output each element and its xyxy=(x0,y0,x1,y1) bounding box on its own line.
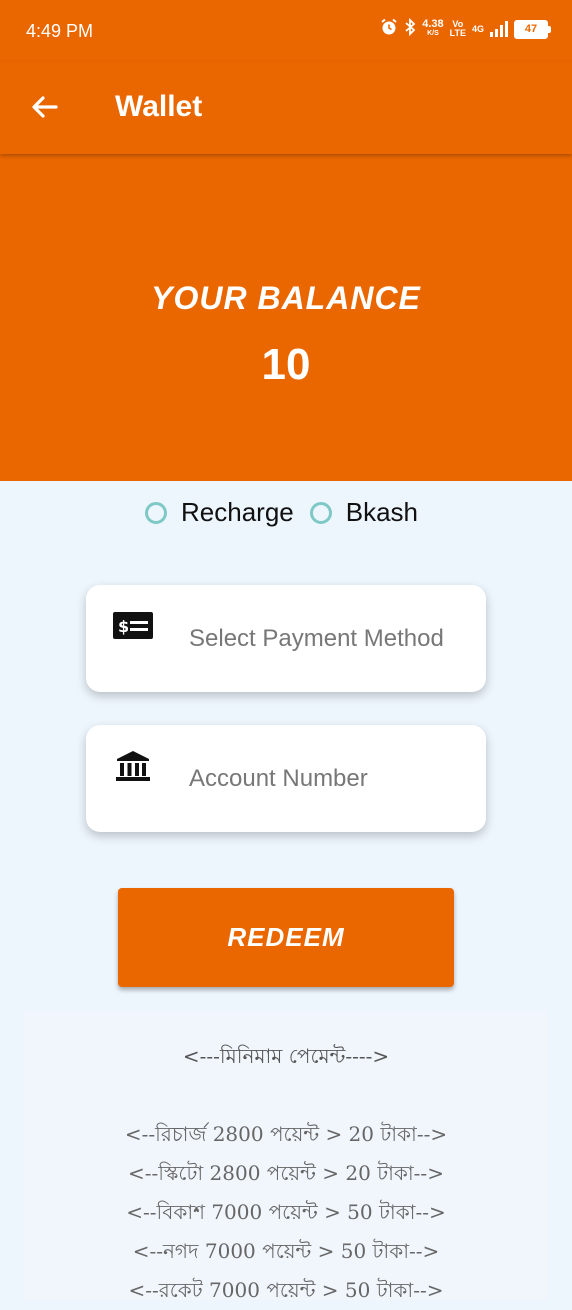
radio-button-bkash[interactable] xyxy=(309,501,332,524)
info-line: <--বিকাশ 7000 পয়েন্ট > 50 টাকা--> xyxy=(126,1200,446,1224)
redeem-button[interactable]: REDEEM xyxy=(118,888,454,987)
radio-button-recharge[interactable] xyxy=(145,501,167,524)
minimum-payment-info: <---মিনিমাম পেমেন্ট----> <--রিচার্জ 2800… xyxy=(24,1010,548,1302)
alarm-icon xyxy=(380,18,398,40)
bluetooth-icon xyxy=(404,17,416,40)
info-heading: <---মিনিমাম পেমেন্ট----> xyxy=(182,1044,390,1068)
payment-type-radio-group: Recharge Bkash xyxy=(145,497,418,528)
radio-option-bkash[interactable]: Bkash xyxy=(309,497,418,528)
info-line: <--রকেট 7000 পয়েন্ট > 50 টাকা--> xyxy=(128,1278,444,1302)
status-bar: 4:49 PM 4.38 K/S Vo LTE 4G 47 xyxy=(0,0,572,62)
app-bar: Wallet xyxy=(0,62,572,154)
back-arrow-icon[interactable] xyxy=(28,90,62,124)
account-number-field[interactable]: Account Number xyxy=(86,725,486,832)
payment-method-placeholder: Select Payment Method xyxy=(189,625,444,652)
radio-label-recharge: Recharge xyxy=(181,497,294,527)
radio-option-recharge[interactable]: Recharge xyxy=(145,497,294,528)
net-speed-unit: K/S xyxy=(427,30,439,37)
net-speed: 4.38 K/S xyxy=(422,18,444,38)
info-line: <--রিচার্জ 2800 পয়েন্ট > 20 টাকা--> xyxy=(124,1122,448,1146)
radio-label-bkash: Bkash xyxy=(345,497,418,527)
signal-icon xyxy=(490,21,508,37)
status-time: 4:49 PM xyxy=(26,21,94,41)
svg-text:$: $ xyxy=(118,617,129,636)
balance-label: YOUR BALANCE xyxy=(151,280,421,316)
account-number-placeholder: Account Number xyxy=(189,765,368,792)
info-line: <--স্কিটো 2800 পয়েন্ট > 20 টাকা--> xyxy=(128,1161,444,1185)
info-line: <--নগদ 7000 পয়েন্ট > 50 টাকা--> xyxy=(132,1239,440,1263)
volte-indicator: Vo LTE xyxy=(450,20,466,38)
bank-icon xyxy=(116,751,150,781)
payment-method-select[interactable]: $ Select Payment Method xyxy=(86,585,486,692)
page-title: Wallet xyxy=(115,90,203,123)
net-speed-value: 4.38 xyxy=(422,18,444,30)
network-type: 4G xyxy=(471,23,484,34)
balance-panel: YOUR BALANCE 10 xyxy=(0,154,572,481)
battery-icon: 47 xyxy=(514,19,551,39)
info-list: <--রিচার্জ 2800 পয়েন্ট > 20 টাকা--> <--… xyxy=(24,1115,548,1310)
status-icons: 4.38 K/S Vo LTE 4G 47 xyxy=(380,17,551,40)
volte-bottom: LTE xyxy=(449,28,466,38)
balance-value: 10 xyxy=(261,340,311,389)
money-bill-icon: $ xyxy=(113,612,153,639)
